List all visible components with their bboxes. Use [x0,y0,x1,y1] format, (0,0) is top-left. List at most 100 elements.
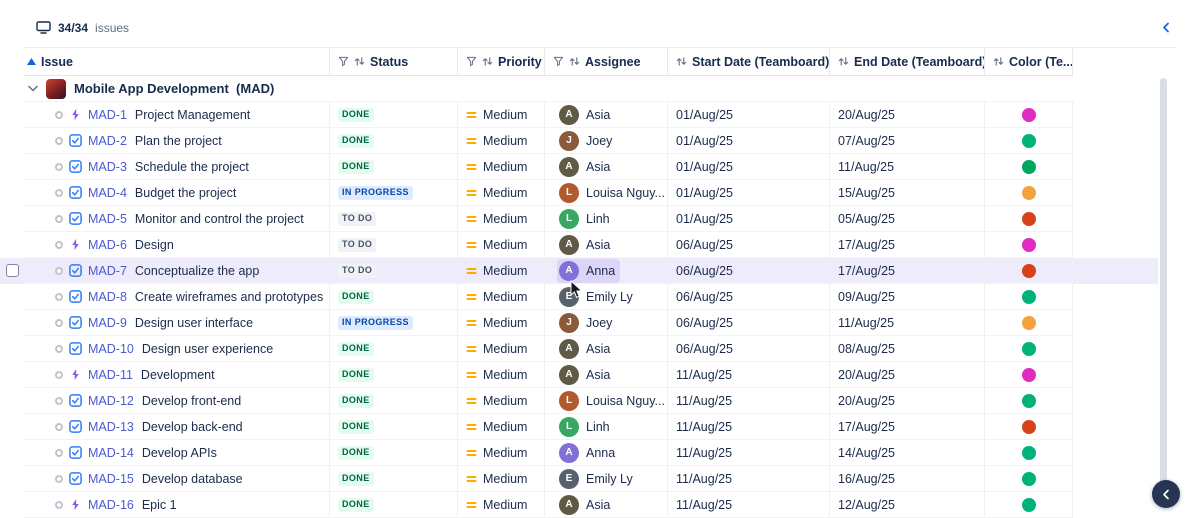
issue-summary: Design user experience [142,342,273,356]
collapse-panel-button[interactable] [1152,480,1180,508]
issue-key-link[interactable]: MAD-2 [88,134,127,148]
priority-cell: Medium [458,440,545,465]
color-dot[interactable] [1022,212,1036,226]
table-row[interactable]: MAD-7 Conceptualize the app TO DO Medium… [24,258,1158,284]
priority-medium-icon [466,344,477,354]
sort-icon[interactable] [993,56,1004,67]
color-dot[interactable] [1022,108,1036,122]
issue-summary: Monitor and control the project [135,212,304,226]
column-header[interactable]: Status [330,48,458,75]
table-row[interactable]: MAD-15 Develop database DONE Medium E Em… [24,466,1158,492]
color-dot[interactable] [1022,394,1036,408]
priority-medium-icon [466,240,477,250]
issue-key-link[interactable]: MAD-4 [88,186,127,200]
table-row[interactable]: MAD-16 Epic 1 DONE Medium A Asia 11/Aug/… [24,492,1158,518]
link-handle-icon [55,319,63,327]
priority-label: Medium [483,160,527,174]
issue-summary: Design [135,238,174,252]
issue-key-link[interactable]: MAD-15 [88,472,134,486]
status-badge: TO DO [338,264,376,278]
issue-summary: Conceptualize the app [135,264,259,278]
row-checkbox[interactable] [6,264,19,277]
color-dot[interactable] [1022,342,1036,356]
link-handle-icon [55,501,63,509]
group-row[interactable]: Mobile App Development (MAD) [24,76,1073,102]
color-cell [985,492,1073,517]
priority-medium-icon [466,110,477,120]
issue-cell: MAD-1 Project Management [24,102,330,127]
table-row[interactable]: MAD-5 Monitor and control the project TO… [24,206,1158,232]
priority-cell: Medium [458,362,545,387]
assignee-cell: A Asia [545,362,668,387]
status-badge: DONE [338,498,374,512]
sort-icon[interactable] [354,56,365,67]
issue-key-link[interactable]: MAD-6 [88,238,127,252]
issue-cell: MAD-14 Develop APIs [24,440,330,465]
color-cell [985,232,1073,257]
color-dot[interactable] [1022,498,1036,512]
issue-key-link[interactable]: MAD-16 [88,498,134,512]
color-dot[interactable] [1022,290,1036,304]
issue-key-link[interactable]: MAD-5 [88,212,127,226]
assignee-name: Asia [586,342,610,356]
end-date-cell: 09/Aug/25 [830,284,985,309]
issue-key-link[interactable]: MAD-8 [88,290,127,304]
table-row[interactable]: MAD-6 Design TO DO Medium A Asia 06/Aug/… [24,232,1158,258]
color-dot[interactable] [1022,472,1036,486]
filter-icon[interactable] [553,56,564,67]
column-header[interactable]: Color (Te... [985,48,1073,75]
topbar: 34/34 issues [24,8,1176,48]
issue-key-link[interactable]: MAD-3 [88,160,127,174]
status-badge: DONE [338,160,374,174]
table-row[interactable]: MAD-4 Budget the project IN PROGRESS Med… [24,180,1158,206]
table-row[interactable]: MAD-8 Create wireframes and prototypes D… [24,284,1158,310]
table-row[interactable]: MAD-3 Schedule the project DONE Medium A… [24,154,1158,180]
table-row[interactable]: MAD-12 Develop front-end DONE Medium L L… [24,388,1158,414]
color-dot[interactable] [1022,160,1036,174]
issue-key-link[interactable]: MAD-7 [88,264,127,278]
table-row[interactable]: MAD-14 Develop APIs DONE Medium A Anna 1… [24,440,1158,466]
priority-cell: Medium [458,232,545,257]
start-date-cell: 01/Aug/25 [668,102,830,127]
filter-icon[interactable] [338,56,349,67]
link-handle-icon [55,267,63,275]
table-row[interactable]: MAD-9 Design user interface IN PROGRESS … [24,310,1158,336]
color-dot[interactable] [1022,446,1036,460]
color-dot[interactable] [1022,264,1036,278]
issue-key-link[interactable]: MAD-12 [88,394,134,408]
table-row[interactable]: MAD-1 Project Management DONE Medium A A… [24,102,1158,128]
sort-icon[interactable] [676,56,687,67]
color-dot[interactable] [1022,316,1036,330]
chevron-left-icon[interactable] [1162,22,1170,33]
sort-icon[interactable] [838,56,849,67]
chevron-down-icon[interactable] [28,85,38,92]
status-badge: DONE [338,342,374,356]
column-header[interactable]: Priority [458,48,545,75]
epic-icon [69,498,82,511]
issue-key-link[interactable]: MAD-11 [88,368,133,382]
color-dot[interactable] [1022,134,1036,148]
sort-icon[interactable] [569,56,580,67]
sort-icon[interactable] [482,56,493,67]
table-row[interactable]: MAD-13 Develop back-end DONE Medium L Li… [24,414,1158,440]
vertical-scrollbar[interactable] [1160,78,1167,504]
column-header[interactable]: End Date (Teamboard) [830,48,985,75]
color-dot[interactable] [1022,238,1036,252]
status-cell: DONE [330,128,458,153]
issue-key-link[interactable]: MAD-13 [88,420,134,434]
issue-key-link[interactable]: MAD-9 [88,316,127,330]
table-row[interactable]: MAD-10 Design user experience DONE Mediu… [24,336,1158,362]
color-dot[interactable] [1022,368,1036,382]
column-header[interactable]: Assignee [545,48,668,75]
issue-key-link[interactable]: MAD-10 [88,342,134,356]
column-header[interactable]: Start Date (Teamboard) [668,48,830,75]
issue-key-link[interactable]: MAD-1 [88,108,127,122]
color-dot[interactable] [1022,420,1036,434]
issue-key-link[interactable]: MAD-14 [88,446,134,460]
table-row[interactable]: MAD-2 Plan the project DONE Medium J Joe… [24,128,1158,154]
task-icon [69,342,82,355]
filter-icon[interactable] [466,56,477,67]
column-header[interactable]: Issue [24,48,330,75]
color-dot[interactable] [1022,186,1036,200]
table-row[interactable]: MAD-11 Development DONE Medium A Asia 11… [24,362,1158,388]
